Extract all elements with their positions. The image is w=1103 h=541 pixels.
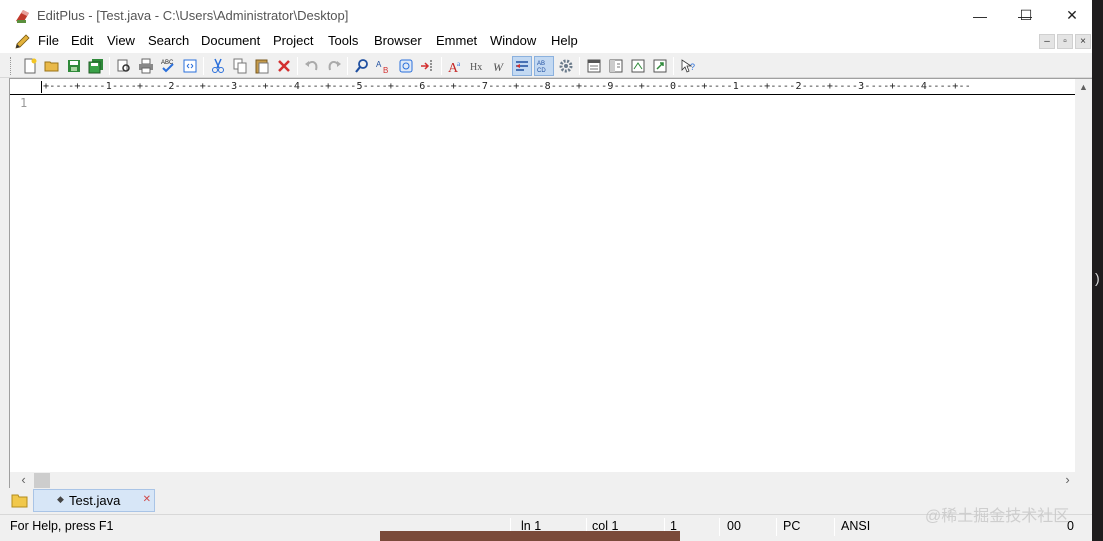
title-bar[interactable]: EditPlus - [Test.java - C:\Users\Adminis… [0, 0, 1092, 31]
menu-bar: File Edit View Search Document Project T… [0, 31, 1092, 52]
status-help-text: For Help, press F1 [10, 519, 114, 533]
find-in-files-icon[interactable] [396, 56, 416, 76]
undo-icon[interactable] [302, 56, 322, 76]
desktop-edge-glyph: ) [1095, 270, 1100, 286]
ruler-caret-marker [41, 81, 42, 93]
open-folder-icon[interactable] [42, 56, 62, 76]
scrollbar-corner [1075, 472, 1092, 489]
toolbar: ABC AB A a Hx W AB CD ? [0, 52, 1092, 78]
scroll-up-arrow-icon[interactable]: ▲ [1075, 79, 1092, 96]
column-ruler: +----+----1----+----2----+----3----+----… [10, 79, 1076, 95]
context-help-icon[interactable]: ? [678, 56, 698, 76]
print-preview-icon[interactable] [114, 56, 134, 76]
sync-browser-icon[interactable] [650, 56, 670, 76]
menu-edit[interactable]: Edit [71, 33, 93, 48]
save-all-icon[interactable] [86, 56, 106, 76]
cliptext-window-icon[interactable] [628, 56, 648, 76]
window-minimize-button[interactable]: — [957, 0, 1003, 31]
ruler-ticks: +----+----1----+----2----+----3----+----… [43, 81, 972, 92]
svg-text:A: A [376, 60, 382, 69]
mdi-minimize-button[interactable]: – [1039, 34, 1055, 49]
find-icon[interactable] [352, 56, 372, 76]
menu-view[interactable]: View [107, 33, 135, 48]
delete-icon[interactable] [274, 56, 294, 76]
save-icon[interactable] [64, 56, 84, 76]
line-number-toggle-icon[interactable]: AB CD [534, 56, 554, 76]
scroll-left-arrow-icon[interactable]: ‹ [15, 472, 32, 489]
pencil-icon[interactable] [14, 33, 31, 50]
menu-project[interactable]: Project [273, 33, 313, 48]
menu-window[interactable]: Window [490, 33, 536, 48]
vertical-scrollbar[interactable]: ▲ [1075, 79, 1092, 472]
window-title: EditPlus - [Test.java - C:\Users\Adminis… [37, 8, 349, 23]
svg-text:CD: CD [537, 68, 546, 74]
window-close-button[interactable]: ✕ [1049, 0, 1092, 31]
menu-tools[interactable]: Tools [328, 33, 358, 48]
hex-viewer-icon[interactable]: Hx [468, 56, 488, 76]
mdi-close-button[interactable]: × [1075, 34, 1091, 49]
redo-icon[interactable] [324, 56, 344, 76]
scroll-right-arrow-icon[interactable]: › [1059, 472, 1076, 489]
status-char-code: 00 [727, 519, 741, 533]
menu-browser[interactable]: Browser [374, 33, 422, 48]
horizontal-scroll-thumb[interactable] [34, 473, 50, 488]
new-file-icon[interactable] [20, 56, 40, 76]
svg-text:Hx: Hx [470, 62, 482, 73]
line-number: 1 [20, 96, 28, 110]
svg-text:W: W [493, 60, 504, 74]
svg-text:a: a [457, 60, 461, 68]
spell-check-icon[interactable]: ABC [158, 56, 178, 76]
editplus-window: EditPlus - [Test.java - C:\Users\Adminis… [0, 0, 1092, 541]
print-icon[interactable] [136, 56, 156, 76]
tab-close-icon[interactable]: ✕ [143, 494, 151, 505]
horizontal-scrollbar[interactable]: ‹ › [10, 472, 1076, 489]
preferences-gear-icon[interactable] [556, 56, 576, 76]
menu-search[interactable]: Search [148, 33, 189, 48]
editplus-logo-icon [16, 10, 29, 23]
menu-help[interactable]: Help [551, 33, 578, 48]
menu-emmet[interactable]: Emmet [436, 33, 477, 48]
font-icon[interactable]: Aa [446, 56, 466, 76]
paste-icon[interactable] [252, 56, 272, 76]
svg-text:AB: AB [537, 61, 545, 67]
replace-icon[interactable]: AB [374, 56, 394, 76]
folder-icon[interactable] [11, 491, 29, 509]
status-line-ending: PC [783, 519, 801, 533]
status-encoding: ANSI [841, 519, 871, 533]
output-window-icon[interactable] [584, 56, 604, 76]
tab-label: Test.java [69, 493, 121, 508]
tab-test-java[interactable]: ◆ Test.java ✕ [33, 489, 155, 512]
line-number-gutter: 1 [10, 96, 40, 471]
word-wrap-w-icon[interactable]: W [490, 56, 510, 76]
menu-file[interactable]: File [38, 33, 59, 48]
window-maximize-button[interactable]: ☐ [1003, 0, 1049, 31]
desktop-wallpaper-strip [380, 531, 680, 541]
editor-pane[interactable]: +----+----1----+----2----+----3----+----… [9, 78, 1092, 489]
toolbar-grip[interactable] [10, 57, 13, 75]
copy-icon[interactable] [230, 56, 250, 76]
word-wrap-toggle-icon[interactable] [512, 56, 532, 76]
svg-text:B: B [383, 66, 388, 74]
watermark-text: @稀土掘金技术社区 [925, 508, 1070, 525]
directory-window-icon[interactable] [606, 56, 626, 76]
browser-view-icon[interactable] [180, 56, 200, 76]
cut-icon[interactable] [208, 56, 228, 76]
go-to-line-icon[interactable] [418, 56, 438, 76]
mdi-restore-button[interactable]: ▫ [1057, 34, 1073, 49]
menu-document[interactable]: Document [201, 33, 260, 48]
java-file-icon: ◆ [57, 494, 64, 504]
svg-text:?: ? [690, 62, 695, 72]
